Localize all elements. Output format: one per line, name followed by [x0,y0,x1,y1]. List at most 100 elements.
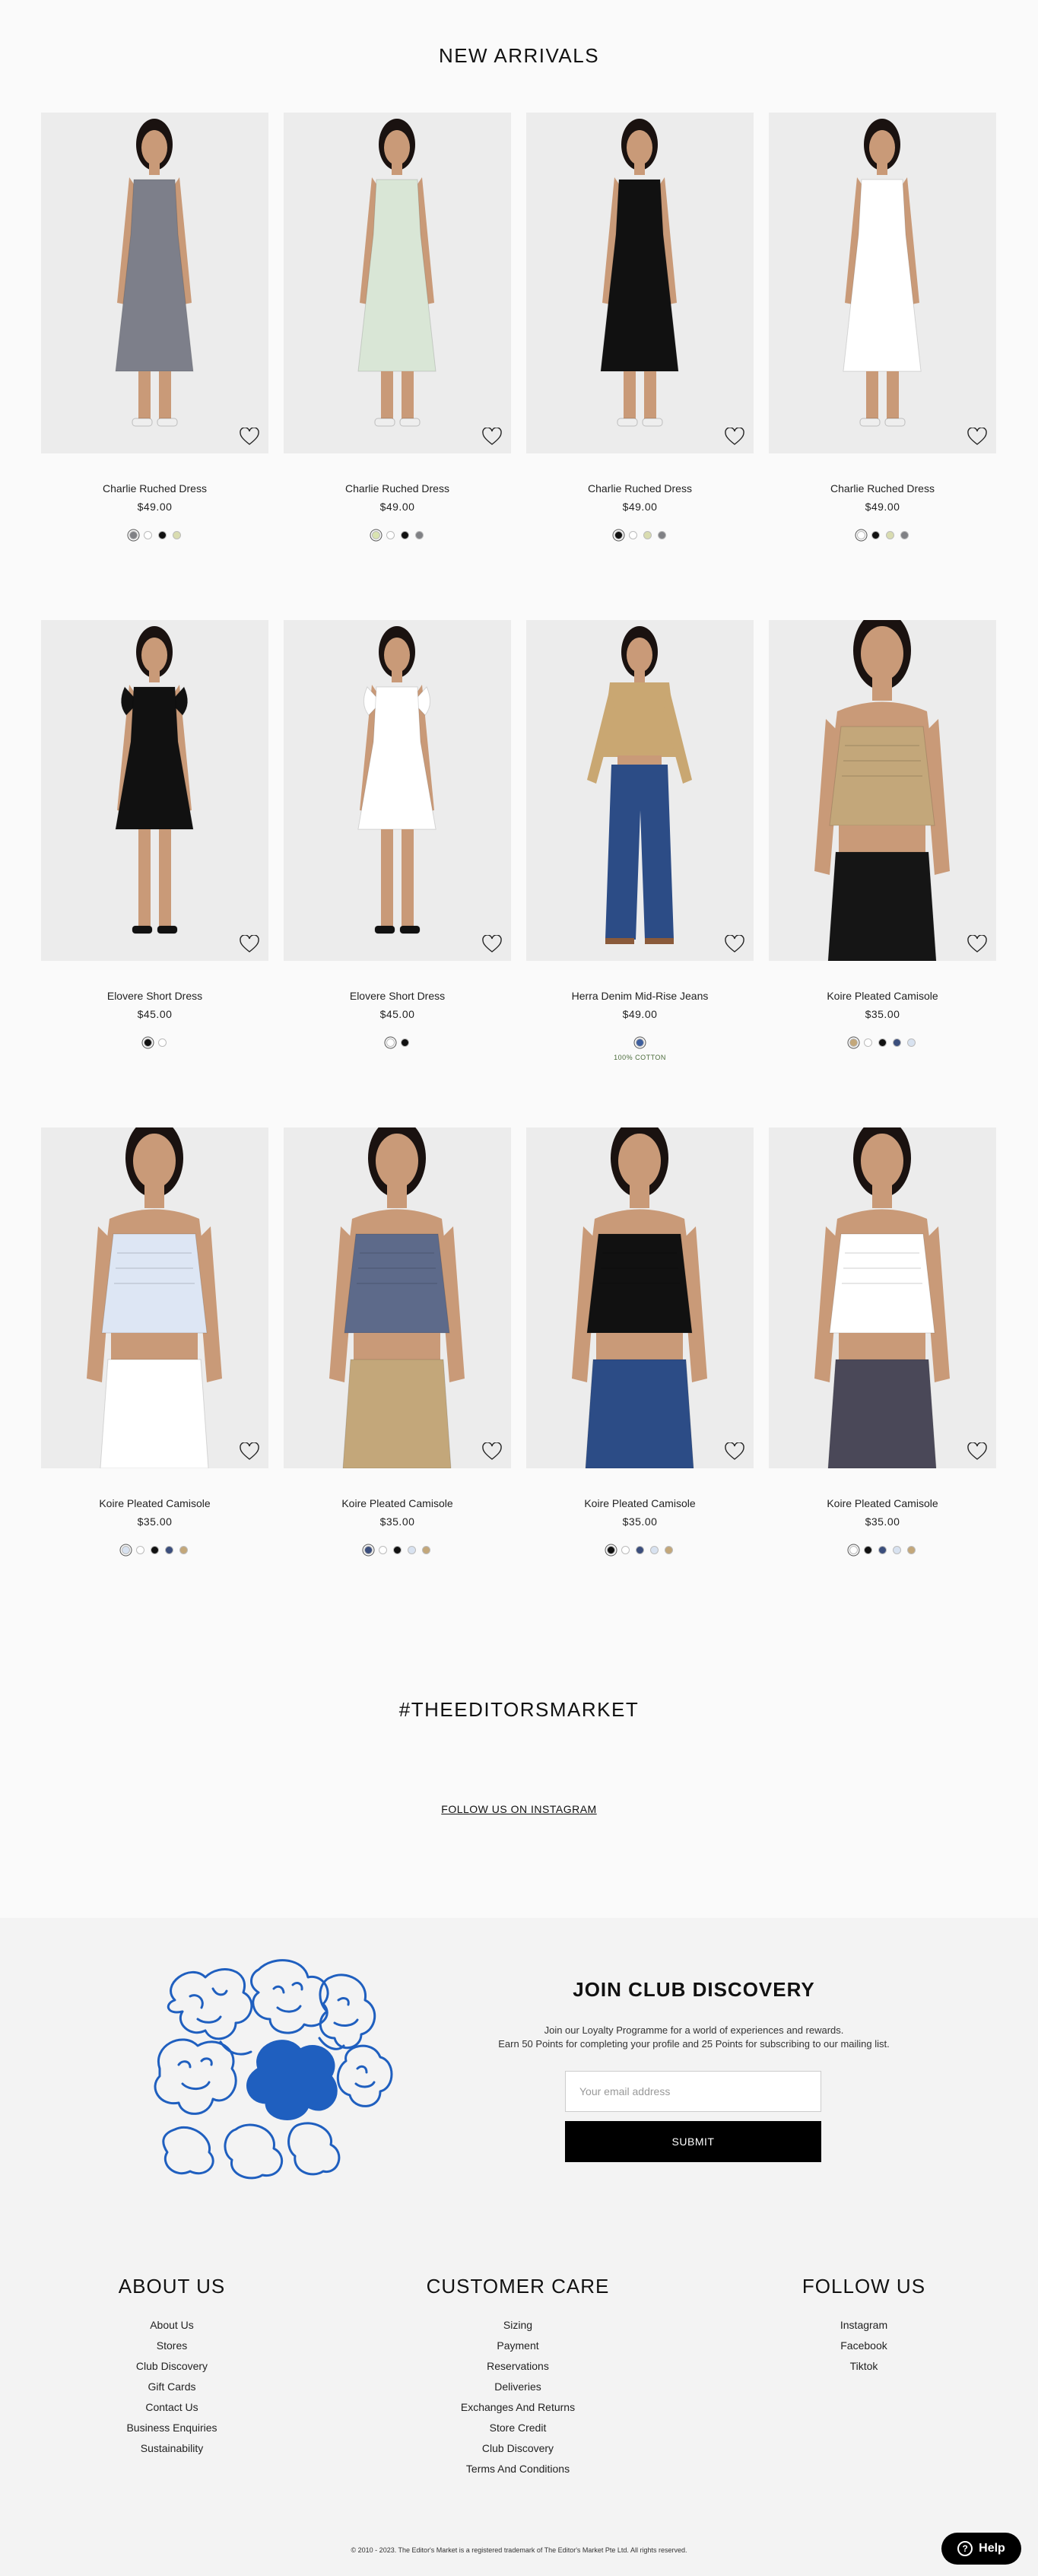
color-swatch[interactable] [165,1546,173,1554]
color-swatch[interactable] [122,1546,130,1554]
color-swatch[interactable] [628,531,637,539]
product-image[interactable] [284,620,511,961]
product-image[interactable] [769,113,996,453]
color-swatch[interactable] [143,531,152,539]
footer-follow-link[interactable]: Instagram [788,2315,940,2336]
product-image[interactable] [41,113,268,453]
heart-icon[interactable] [967,935,987,953]
heart-icon[interactable] [725,1442,744,1461]
color-swatch[interactable] [607,1546,615,1554]
color-swatch[interactable] [400,1038,409,1047]
color-swatch[interactable] [386,531,395,539]
footer-care-link[interactable]: Exchanges And Returns [404,2397,632,2418]
email-field[interactable] [565,2071,821,2112]
color-swatch[interactable] [856,531,865,539]
heart-icon[interactable] [482,1442,502,1461]
color-swatch[interactable] [129,531,138,539]
footer-about-link[interactable]: Gift Cards [96,2377,248,2397]
product-name[interactable]: Koire Pleated Camisole [526,1497,754,1511]
product-card[interactable]: Koire Pleated Camisole $35.00 [769,620,996,1048]
product-card[interactable]: Koire Pleated Camisole $35.00 [526,1127,754,1555]
color-swatch[interactable] [151,1546,159,1554]
product-name[interactable]: Koire Pleated Camisole [41,1497,268,1511]
color-swatch[interactable] [885,531,894,539]
product-image[interactable] [41,620,268,961]
product-image[interactable] [526,113,754,453]
product-image[interactable] [284,1127,511,1468]
color-swatch[interactable] [408,1546,416,1554]
footer-care-link[interactable]: Club Discovery [404,2438,632,2459]
heart-icon[interactable] [482,428,502,446]
color-swatch[interactable] [400,531,409,539]
product-image[interactable] [284,113,511,453]
color-swatch[interactable] [364,1546,373,1554]
product-card[interactable]: Charlie Ruched Dress $49.00 [41,113,268,540]
color-swatch[interactable] [643,531,652,539]
color-swatch[interactable] [172,531,181,539]
color-swatch[interactable] [907,1546,916,1554]
heart-icon[interactable] [240,935,259,953]
color-swatch[interactable] [650,1546,659,1554]
footer-about-link[interactable]: Contact Us [96,2397,248,2418]
heart-icon[interactable] [967,1442,987,1461]
color-swatch[interactable] [864,1038,872,1047]
color-swatch[interactable] [422,1546,430,1554]
color-swatch[interactable] [665,1546,673,1554]
product-image[interactable] [769,620,996,961]
product-image[interactable] [526,1127,754,1468]
color-swatch[interactable] [893,1038,901,1047]
product-card[interactable]: Elovere Short Dress $45.00 [284,620,511,1048]
product-card[interactable]: Koire Pleated Camisole $35.00 [284,1127,511,1555]
footer-about-link[interactable]: Sustainability [96,2438,248,2459]
color-swatch[interactable] [871,531,880,539]
color-swatch[interactable] [414,531,424,539]
heart-icon[interactable] [725,428,744,446]
footer-about-link[interactable]: Business Enquiries [96,2418,248,2438]
color-swatch[interactable] [157,531,167,539]
product-card[interactable]: Elovere Short Dress $45.00 [41,620,268,1048]
color-swatch[interactable] [371,531,380,539]
color-swatch[interactable] [849,1038,858,1047]
color-swatch[interactable] [900,531,909,539]
color-swatch[interactable] [614,531,623,539]
footer-care-link[interactable]: Store Credit [404,2418,632,2438]
color-swatch[interactable] [621,1546,630,1554]
color-swatch[interactable] [379,1546,387,1554]
footer-follow-link[interactable]: Tiktok [788,2356,940,2377]
footer-care-link[interactable]: Terms And Conditions [404,2459,632,2479]
product-name[interactable]: Elovere Short Dress [284,990,511,1003]
heart-icon[interactable] [240,428,259,446]
color-swatch[interactable] [386,1038,395,1047]
footer-care-link[interactable]: Sizing [404,2315,632,2336]
footer-about-link[interactable]: Stores [96,2336,248,2356]
product-name[interactable]: Charlie Ruched Dress [769,482,996,496]
color-swatch[interactable] [657,531,666,539]
color-swatch[interactable] [179,1546,188,1554]
product-name[interactable]: Elovere Short Dress [41,990,268,1003]
footer-care-link[interactable]: Deliveries [404,2377,632,2397]
color-swatch[interactable] [907,1038,916,1047]
help-button[interactable]: ? Help [941,2533,1021,2565]
product-name[interactable]: Herra Denim Mid-Rise Jeans [526,990,754,1003]
heart-icon[interactable] [967,428,987,446]
footer-about-link[interactable]: About Us [96,2315,248,2336]
product-card[interactable]: Herra Denim Mid-Rise Jeans $49.00 100% COT… [526,620,754,1061]
product-card[interactable]: Charlie Ruched Dress $49.00 [769,113,996,540]
heart-icon[interactable] [240,1442,259,1461]
product-image[interactable] [526,620,754,961]
product-card[interactable]: Charlie Ruched Dress $49.00 [526,113,754,540]
product-name[interactable]: Charlie Ruched Dress [526,482,754,496]
footer-about-link[interactable]: Club Discovery [96,2356,248,2377]
follow-instagram-link[interactable]: FOLLOW US ON INSTAGRAM [441,1803,596,1815]
footer-care-link[interactable]: Reservations [404,2356,632,2377]
color-swatch[interactable] [878,1546,887,1554]
heart-icon[interactable] [725,935,744,953]
color-swatch[interactable] [636,1546,644,1554]
color-swatch[interactable] [393,1546,402,1554]
submit-button[interactable]: SUBMIT [565,2121,821,2162]
product-image[interactable] [41,1127,268,1468]
heart-icon[interactable] [482,935,502,953]
color-swatch[interactable] [636,1038,644,1047]
product-name[interactable]: Charlie Ruched Dress [41,482,268,496]
product-name[interactable]: Koire Pleated Camisole [769,990,996,1003]
